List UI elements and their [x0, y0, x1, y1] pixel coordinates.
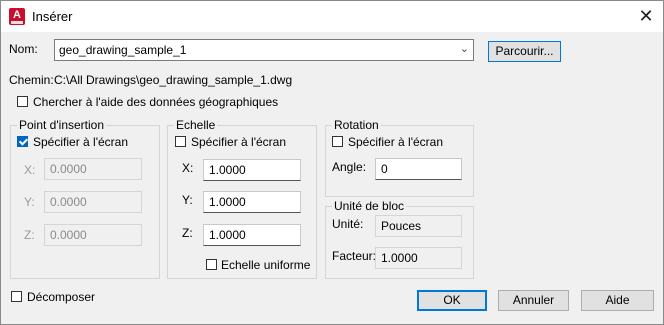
- factor-value: 1.0000: [375, 247, 462, 269]
- insertion-point-title: Point d'insertion: [17, 118, 107, 132]
- help-button[interactable]: Aide: [581, 290, 654, 311]
- app-icon-letter: A: [13, 9, 21, 21]
- insertion-z-field: 0.0000: [44, 224, 142, 246]
- block-unit-title: Unité de bloc: [332, 199, 407, 213]
- ok-button[interactable]: OK: [417, 290, 487, 311]
- rotation-specify-checkbox[interactable]: [332, 136, 343, 147]
- scale-y-field[interactable]: 1.0000: [203, 191, 301, 213]
- browse-button[interactable]: Parcourir...: [488, 41, 561, 62]
- scale-z-label: Z:: [182, 226, 193, 240]
- uniform-scale-checkbox[interactable]: [206, 259, 217, 270]
- insertion-y-label: Y:: [24, 195, 35, 209]
- scale-x-field[interactable]: 1.0000: [203, 159, 301, 181]
- rotation-title: Rotation: [332, 118, 381, 132]
- geo-search-checkbox[interactable]: [17, 96, 28, 107]
- unit-label: Unité:: [332, 217, 364, 231]
- name-label: Nom:: [9, 42, 38, 56]
- explode-label[interactable]: Décomposer: [27, 290, 95, 304]
- scale-y-label: Y:: [182, 193, 193, 207]
- insertion-z-label: Z:: [24, 228, 35, 242]
- insertion-x-label: X:: [24, 163, 36, 177]
- insert-dialog: A Insérer ✕ Nom: geo_drawing_sample_1 ⌄ …: [0, 0, 664, 325]
- insertion-specify-label[interactable]: Spécifier à l'écran: [33, 135, 128, 149]
- uniform-scale-label[interactable]: Echelle uniforme: [221, 258, 310, 272]
- scale-specify-label[interactable]: Spécifier à l'écran: [191, 135, 286, 149]
- name-value: geo_drawing_sample_1: [59, 43, 187, 57]
- title-bar[interactable]: A Insérer ✕: [1, 1, 663, 32]
- path-value: C:\All Drawings\geo_drawing_sample_1.dwg: [54, 73, 293, 87]
- insertion-x-field: 0.0000: [44, 158, 142, 180]
- cancel-button[interactable]: Annuler: [498, 290, 569, 311]
- scale-z-field[interactable]: 1.0000: [203, 224, 301, 246]
- close-icon[interactable]: ✕: [631, 3, 661, 29]
- geo-search-label[interactable]: Chercher à l'aide des données géographiq…: [33, 95, 278, 109]
- unit-value: Pouces: [375, 215, 462, 237]
- scale-x-label: X:: [182, 161, 194, 175]
- insertion-specify-checkbox[interactable]: [17, 136, 28, 147]
- chevron-down-icon[interactable]: ⌄: [460, 42, 469, 55]
- window-title: Insérer: [32, 9, 73, 24]
- name-combobox[interactable]: geo_drawing_sample_1 ⌄: [54, 39, 474, 61]
- insertion-y-field: 0.0000: [44, 191, 142, 213]
- autocad-icon: A: [9, 8, 25, 25]
- scale-title: Echelle: [174, 118, 218, 132]
- angle-field[interactable]: 0: [375, 158, 462, 180]
- factor-label: Facteur:: [332, 249, 377, 263]
- explode-checkbox[interactable]: [11, 291, 22, 302]
- angle-label: Angle:: [332, 160, 367, 174]
- scale-specify-checkbox[interactable]: [175, 136, 186, 147]
- rotation-specify-label[interactable]: Spécifier à l'écran: [348, 135, 443, 149]
- path-label: Chemin:: [9, 73, 54, 87]
